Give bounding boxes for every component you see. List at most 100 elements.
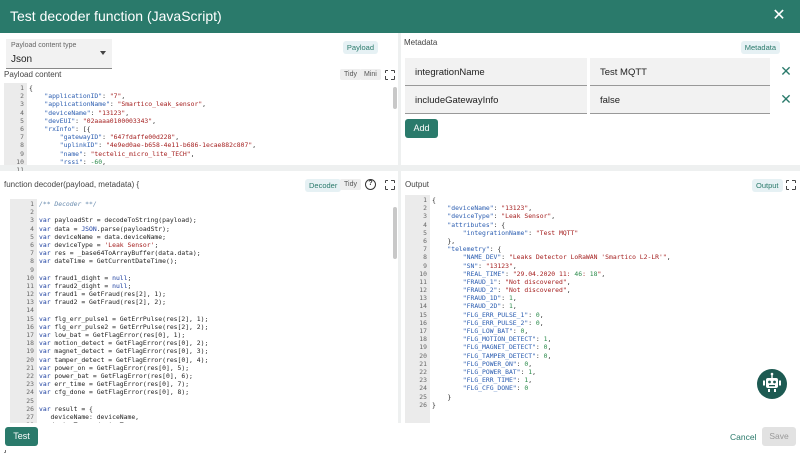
function-scrollbar[interactable] (393, 207, 397, 259)
function-line-number: 7 (30, 249, 34, 258)
function-code-line: var flg_err_pulse2 = GetErrPulse(res[2],… (39, 322, 209, 331)
function-line-number: 15 (26, 314, 34, 323)
output-line-number: 18 (419, 335, 427, 344)
payload-code-line: "devEUI": "02aaaa0100003343", (44, 116, 156, 125)
output-line-number: 24 (419, 384, 427, 393)
output-line-number: 19 (419, 343, 427, 352)
payload-line-number: 6 (20, 124, 24, 133)
output-code-line: "FLG_ERR_PULSE_1": 0, (462, 310, 544, 319)
function-code-line: var fraud2 = GetFraud(res[2], 2); (39, 298, 166, 307)
payload-line-number: 10 (16, 157, 24, 166)
function-line-number: 27 (26, 412, 34, 421)
function-code-line: var payloadStr = decodeToString(payload)… (39, 216, 197, 225)
output-line-number: 22 (419, 367, 427, 376)
output-panel: Output Output 1 2 3 4 5 6 7 8 9 10 11 12 13 14 15 16 17 1… (401, 171, 800, 423)
function-line-number: 6 (30, 240, 34, 249)
dialog-body: Payload content type Json Payload Payloa… (0, 33, 800, 453)
function-code-line: var power_bat = GetFlagError(res[0], 6); (39, 371, 193, 380)
test-button[interactable]: Test (5, 427, 38, 446)
output-code-line: "FLG_LOW_BAT": 0, (462, 327, 529, 335)
dialog-titlebar: Test decoder function (JavaScript) ✕ (0, 0, 800, 33)
close-icon[interactable]: ✕ (770, 7, 788, 25)
output-code-line: "FLG_ERR_PULSE_2": 0, (462, 318, 544, 327)
output-line-number: 4 (423, 220, 427, 229)
output-line-number: 14 (419, 302, 427, 311)
metadata-panel: Metadata Metadata integrationName Test M… (401, 33, 800, 165)
payload-gutter: 1 2 3 4 5 6 7 8 9 10 11 (4, 83, 27, 174)
output-code-line: "SN": "13123", (462, 261, 517, 270)
payload-scrollbar[interactable] (393, 87, 397, 109)
fullscreen-icon[interactable] (384, 179, 396, 191)
function-editor[interactable]: /** Decoder **/ var payloadStr = decodeT… (39, 199, 391, 433)
function-gutter: 1 2 3 4 5 6 7 8 9 10 11 12 13 14 15 16 17 18 19 20 21 22 23 24 2… (10, 199, 37, 433)
output-code-line: "FRAUD_2": "Not discovered", (462, 286, 571, 295)
output-code-line: "NAME_DEV": "Leaks Detector LoRaWAN 'Sma… (462, 253, 671, 262)
function-code-line: var err_time = GetFlagError(res[0], 7); (39, 380, 190, 389)
function-line-number: 23 (26, 380, 34, 389)
chevron-down-icon (100, 51, 106, 55)
function-code-line: var fraud2_dight = null; (39, 281, 132, 290)
payload-code-line: "uplinkID": "4e9ed0ae-b658-4e11-b686-1ec… (59, 141, 257, 150)
metadata-value-input[interactable]: Test MQTT (590, 58, 770, 86)
payload-line-number: 4 (20, 108, 24, 117)
output-line-number: 26 (419, 400, 427, 409)
output-line-number: 1 (423, 196, 427, 204)
function-code-line: var deviceType = 'Leak Sensor'; (39, 240, 159, 249)
function-code-line: /** Decoder **/ (39, 200, 97, 208)
output-code-line: "attributes": { (447, 220, 506, 229)
output-line-number: 7 (423, 245, 427, 254)
payload-editor[interactable]: { "applicationID": "7", "applicationName… (29, 83, 391, 165)
output-line-number: 8 (423, 253, 427, 262)
function-line-number: 20 (26, 355, 34, 364)
output-code-line: "telemetry": { (447, 245, 502, 254)
content-type-select[interactable]: Payload content type Json (6, 39, 112, 69)
function-code-line (39, 266, 391, 274)
remove-row-icon[interactable]: ✕ (779, 63, 793, 80)
function-code-line: var low_bat = GetFlagError(res[0], 1); (39, 331, 186, 339)
save-button[interactable]: Save (762, 427, 796, 446)
payload-line-number: 1 (20, 84, 24, 92)
help-circle-icon[interactable]: ? (365, 179, 376, 190)
function-line-number: 4 (30, 224, 34, 233)
remove-row-icon[interactable]: ✕ (779, 91, 793, 108)
payload-tidy-button[interactable]: Tidy (340, 69, 361, 80)
function-line-number: 19 (26, 347, 34, 356)
output-line-number: 12 (419, 286, 427, 295)
output-code-line: "FLG_ERR_TIME": 1, (462, 376, 533, 385)
output-line-number: 17 (419, 327, 427, 335)
payload-line-number: 5 (20, 116, 24, 125)
metadata-key-input[interactable]: integrationName (405, 58, 587, 86)
output-code-line: "FRAUD_1": "Not discovered", (462, 277, 571, 286)
function-code-line: var dateTime = GetCurrentDateTime(); (39, 257, 178, 266)
function-code-line (39, 208, 391, 216)
function-line-number: 2 (30, 208, 34, 217)
payload-code-line: "applicationID": "7", (44, 92, 126, 101)
function-line-number: 25 (26, 396, 34, 405)
function-code-line: var result = { (39, 404, 93, 413)
function-line-number: 18 (26, 339, 34, 348)
output-code-line: }, (432, 236, 456, 245)
metadata-key-input[interactable]: includeGatewayInfo (405, 86, 587, 114)
output-code-line: "FLG_POWER_BAT": 1, (462, 367, 536, 376)
output-label: Output (405, 180, 430, 189)
payload-line-number: 3 (20, 100, 24, 109)
metadata-value-input[interactable]: false (590, 86, 770, 114)
function-line-number: 11 (26, 281, 34, 290)
payload-line-number: 7 (20, 133, 24, 142)
fullscreen-icon[interactable] (785, 179, 797, 191)
payload-mini-button[interactable]: Mini (360, 69, 381, 80)
metadata-chip: Metadata (740, 41, 780, 54)
bot-assistant-icon[interactable] (757, 369, 787, 399)
function-code-line: var tamper_detect = GetFlagError(res[0],… (39, 355, 209, 364)
output-line-number: 6 (423, 236, 427, 245)
output-line-number: 13 (419, 294, 427, 303)
add-row-button[interactable]: Add (405, 119, 438, 138)
decoder-chip: Decoder (305, 179, 342, 192)
output-code-line: "FRAUD_2D": 1, (462, 302, 517, 311)
cancel-button[interactable]: Cancel (730, 432, 756, 442)
output-line-number: 25 (419, 392, 427, 401)
function-tidy-button[interactable]: Tidy (340, 179, 361, 190)
dialog-footer: Test Cancel Save (0, 423, 800, 450)
fullscreen-icon[interactable] (384, 69, 396, 81)
payload-panel: Payload content type Json Payload Payloa… (0, 33, 398, 174)
